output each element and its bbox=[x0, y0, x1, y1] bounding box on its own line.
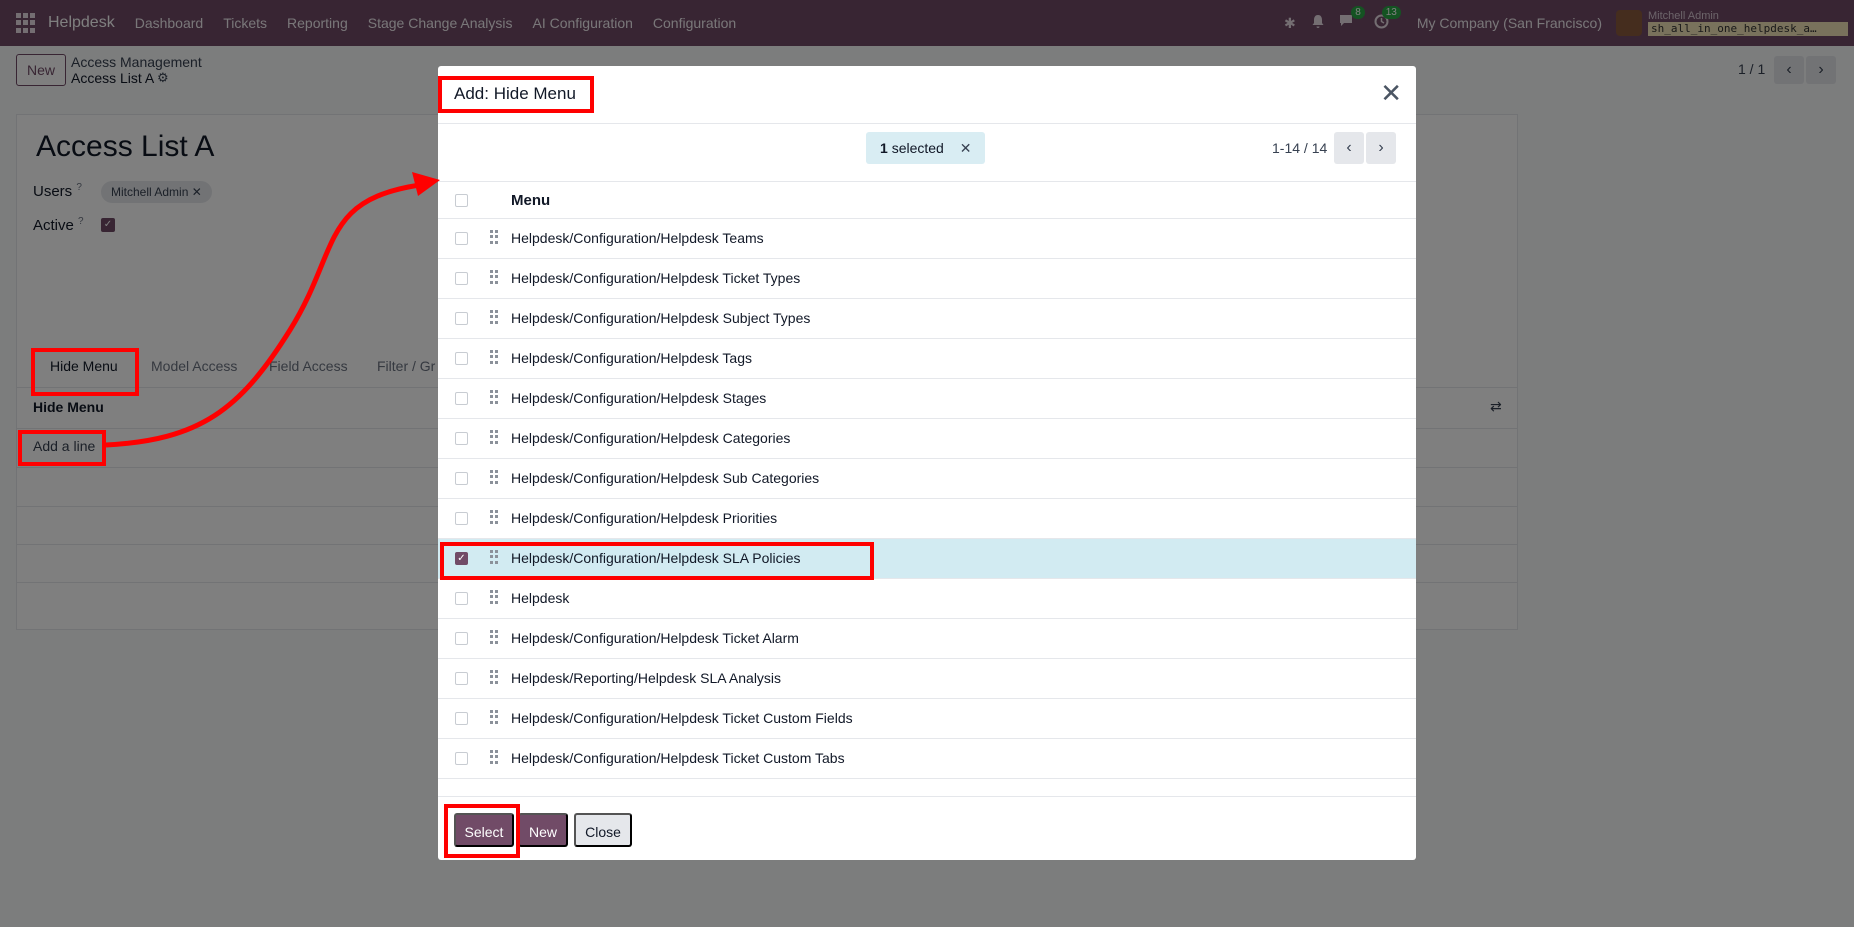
column-header-menu[interactable]: Menu bbox=[511, 192, 550, 209]
menu-name: Helpdesk/Configuration/Helpdesk Stages bbox=[511, 390, 767, 406]
menu-list: Helpdesk/Configuration/Helpdesk Teams Hel… bbox=[438, 219, 1416, 779]
table-row[interactable]: Helpdesk/Reporting/Helpdesk SLA Analysis bbox=[438, 659, 1416, 699]
table-row[interactable]: Helpdesk bbox=[438, 579, 1416, 619]
dialog-pager-next-button[interactable]: › bbox=[1366, 132, 1396, 164]
table-header: Menu bbox=[438, 181, 1416, 219]
selection-counter: 1 selected ✕ bbox=[866, 132, 986, 164]
menu-name: Helpdesk/Configuration/Helpdesk Prioriti… bbox=[511, 510, 778, 526]
drag-handle-icon[interactable] bbox=[490, 750, 498, 764]
drag-handle-icon[interactable] bbox=[490, 350, 498, 364]
dialog-pager-prev-button[interactable]: ‹ bbox=[1334, 132, 1364, 164]
drag-handle-icon[interactable] bbox=[490, 590, 498, 604]
add-hide-menu-dialog: Add: Hide Menu ✕ 1 selected ✕ 1-14 / 14 … bbox=[438, 66, 1416, 860]
highlight-select-button bbox=[444, 804, 520, 858]
menu-name: Helpdesk/Configuration/Helpdesk Tags bbox=[511, 350, 752, 366]
row-checkbox[interactable] bbox=[455, 232, 468, 245]
table-row[interactable]: Helpdesk/Configuration/Helpdesk Tags bbox=[438, 339, 1416, 379]
menu-name: Helpdesk/Configuration/Helpdesk Subject … bbox=[511, 310, 811, 326]
drag-handle-icon[interactable] bbox=[490, 310, 498, 324]
table-row[interactable]: Helpdesk/Configuration/Helpdesk Ticket T… bbox=[438, 259, 1416, 299]
drag-handle-icon[interactable] bbox=[490, 470, 498, 484]
row-checkbox[interactable] bbox=[455, 352, 468, 365]
menu-name: Helpdesk/Reporting/Helpdesk SLA Analysis bbox=[511, 670, 782, 686]
highlight-dialog-title bbox=[438, 76, 594, 113]
highlight-sla-row bbox=[440, 542, 874, 580]
menu-name: Helpdesk/Configuration/Helpdesk Ticket A… bbox=[511, 630, 799, 646]
drag-handle-icon[interactable] bbox=[490, 430, 498, 444]
highlight-add-line bbox=[18, 430, 106, 466]
table-row[interactable]: Helpdesk/Configuration/Helpdesk Ticket C… bbox=[438, 739, 1416, 779]
drag-handle-icon[interactable] bbox=[490, 390, 498, 404]
row-checkbox[interactable] bbox=[455, 472, 468, 485]
menu-name: Helpdesk/Configuration/Helpdesk Sub Cate… bbox=[511, 470, 820, 486]
menu-name: Helpdesk/Configuration/Helpdesk Ticket T… bbox=[511, 270, 801, 286]
table-row[interactable]: Helpdesk/Configuration/Helpdesk Stages bbox=[438, 379, 1416, 419]
highlight-hide-menu-tab bbox=[31, 348, 139, 396]
table-row[interactable]: Helpdesk/Configuration/Helpdesk Prioriti… bbox=[438, 499, 1416, 539]
menu-name: Helpdesk/Configuration/Helpdesk Ticket C… bbox=[511, 710, 853, 726]
row-checkbox[interactable] bbox=[455, 672, 468, 685]
drag-handle-icon[interactable] bbox=[490, 670, 498, 684]
close-button[interactable]: Close bbox=[574, 813, 632, 847]
row-checkbox[interactable] bbox=[455, 752, 468, 765]
menu-name: Helpdesk/Configuration/Helpdesk Teams bbox=[511, 230, 764, 246]
table-row[interactable]: Helpdesk/Configuration/Helpdesk Teams bbox=[438, 219, 1416, 259]
drag-handle-icon[interactable] bbox=[490, 710, 498, 724]
row-checkbox[interactable] bbox=[455, 592, 468, 605]
drag-handle-icon[interactable] bbox=[490, 510, 498, 524]
row-checkbox[interactable] bbox=[455, 272, 468, 285]
menu-name: Helpdesk/Configuration/Helpdesk Ticket C… bbox=[511, 750, 845, 766]
table-row[interactable]: Helpdesk/Configuration/Helpdesk Subject … bbox=[438, 299, 1416, 339]
row-checkbox[interactable] bbox=[455, 512, 468, 525]
menu-name: Helpdesk bbox=[511, 590, 570, 606]
selected-text: selected bbox=[891, 140, 944, 156]
dialog-pager[interactable]: 1-14 / 14 bbox=[1272, 140, 1327, 156]
select-all-checkbox[interactable] bbox=[455, 194, 468, 207]
selected-count: 1 bbox=[880, 140, 888, 156]
row-checkbox[interactable] bbox=[455, 432, 468, 445]
row-checkbox[interactable] bbox=[455, 312, 468, 325]
close-icon[interactable]: ✕ bbox=[1380, 80, 1402, 106]
row-checkbox[interactable] bbox=[455, 632, 468, 645]
menu-name: Helpdesk/Configuration/Helpdesk Categori… bbox=[511, 430, 791, 446]
drag-handle-icon[interactable] bbox=[490, 630, 498, 644]
table-row[interactable]: Helpdesk/Configuration/Helpdesk Ticket C… bbox=[438, 699, 1416, 739]
table-row[interactable]: Helpdesk/Configuration/Helpdesk Ticket A… bbox=[438, 619, 1416, 659]
row-checkbox[interactable] bbox=[455, 392, 468, 405]
clear-selection-icon[interactable]: ✕ bbox=[960, 140, 972, 156]
new-button[interactable]: New bbox=[518, 813, 568, 847]
drag-handle-icon[interactable] bbox=[490, 230, 498, 244]
drag-handle-icon[interactable] bbox=[490, 270, 498, 284]
table-row[interactable]: Helpdesk/Configuration/Helpdesk Categori… bbox=[438, 419, 1416, 459]
row-checkbox[interactable] bbox=[455, 712, 468, 725]
table-row[interactable]: Helpdesk/Configuration/Helpdesk Sub Cate… bbox=[438, 459, 1416, 499]
